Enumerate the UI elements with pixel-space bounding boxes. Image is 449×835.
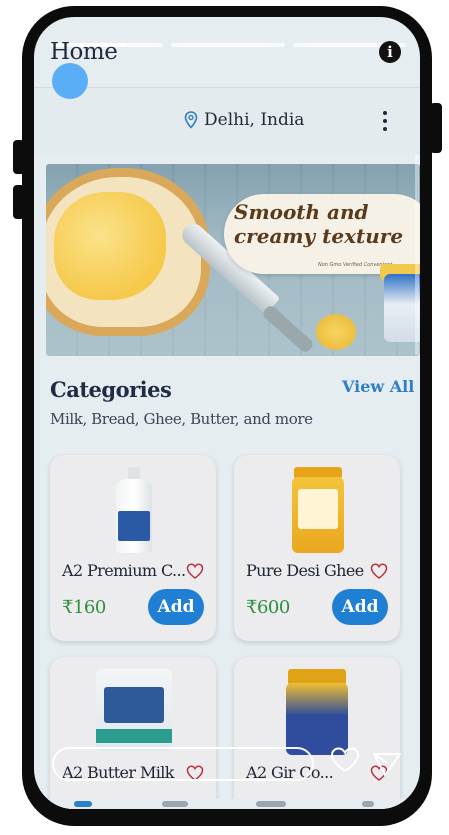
app-screen: Delhi, India Smooth and creamy texture N… [34,17,420,809]
banner-headline: Smooth and creamy texture [234,200,404,248]
product-name: A2 Premium C... [62,561,186,580]
like-heart-icon[interactable] [330,747,360,773]
info-icon[interactable]: i [379,41,401,63]
more-vertical-icon[interactable] [380,108,390,134]
ghee-jar-image [292,467,344,553]
story-progress-bar [171,43,285,47]
product-card[interactable]: A2 Butter Milk [50,657,216,809]
nav-categories-icon[interactable] [162,801,188,807]
gir-ghee-jar-image [286,669,348,755]
location-selector[interactable]: Delhi, India [184,110,304,130]
milk-bottle-image [116,467,152,553]
heart-icon[interactable] [186,563,204,579]
promo-banner[interactable]: Smooth and creamy texture Non Gmo Verifi… [46,164,420,356]
nav-cart-icon[interactable] [256,801,286,807]
location-label: Delhi, India [204,110,305,130]
scrollbar[interactable] [415,155,419,355]
send-icon[interactable] [372,751,402,777]
touch-indicator [52,63,88,99]
categories-title: Categories [50,377,172,402]
product-card[interactable]: Pure Desi Ghee ₹600 Add [234,455,400,641]
view-all-link[interactable]: View All [342,377,414,396]
product-name: Pure Desi Ghee [246,561,364,580]
butter-image [54,192,166,300]
nav-home-icon[interactable] [74,801,92,807]
story-reply-input[interactable] [52,747,314,781]
product-card[interactable]: A2 Gir Co... [234,657,400,809]
location-header: Delhi, India [34,87,420,155]
product-price: ₹160 [62,597,106,618]
heart-icon[interactable] [370,563,388,579]
nav-profile-icon[interactable] [362,801,374,807]
product-price: ₹600 [246,597,290,618]
add-to-cart-button[interactable]: Add [332,589,388,625]
location-pin-icon [184,111,198,129]
page-title: Home [50,39,118,65]
add-to-cart-button[interactable]: Add [148,589,204,625]
categories-subtitle: Milk, Bread, Ghee, Butter, and more [50,410,313,428]
milk-pouch-image [96,669,172,751]
product-card[interactable]: A2 Premium C... ₹160 Add [50,455,216,641]
